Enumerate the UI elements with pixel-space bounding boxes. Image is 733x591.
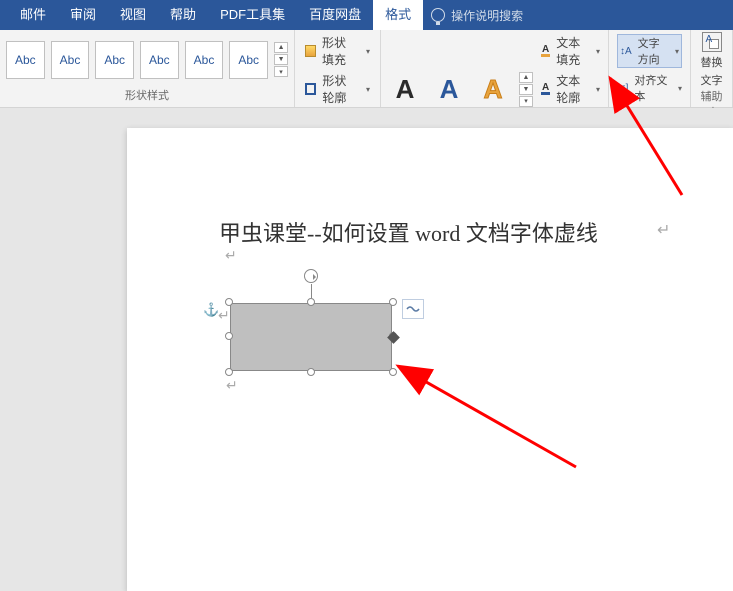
text-outline-label: 文本轮廓 (556, 72, 588, 106)
paragraph-mark: ↵ (226, 378, 238, 395)
resize-handle-tm[interactable] (307, 298, 315, 306)
gallery-up-button[interactable]: ▲ (274, 42, 288, 53)
chevron-down-icon: ▾ (366, 47, 370, 56)
tab-help[interactable]: 帮助 (158, 0, 208, 30)
outline-icon (305, 83, 316, 95)
resize-handle-ml[interactable] (225, 332, 233, 340)
tell-me-search[interactable]: 操作说明搜索 (431, 7, 523, 24)
document-area: 甲虫课堂--如何设置 word 文档字体虚线 ↵ ↵ ↵ ↵ ⚓ (0, 108, 733, 591)
resize-handle-tr[interactable] (389, 298, 397, 306)
tab-bar: 邮件 审阅 视图 帮助 PDF工具集 百度网盘 格式 操作说明搜索 (0, 0, 733, 30)
lightbulb-icon (431, 8, 445, 22)
chevron-down-icon: ▾ (675, 47, 679, 56)
text-fill-label: 文本填充 (556, 34, 588, 68)
document-heading[interactable]: 甲虫课堂--如何设置 word 文档字体虚线 (219, 216, 598, 248)
shape-outline-label: 形状轮廓 (322, 72, 358, 106)
gallery-more-button[interactable]: ▾ (274, 66, 288, 77)
text-direction-button[interactable]: ↕A 文字方向 ▾ (617, 34, 682, 68)
replace-text-label-2: 文字 (701, 72, 723, 88)
chevron-down-icon: ▾ (596, 85, 600, 94)
shape-style-gallery-scroll: ▲ ▼ ▾ (274, 42, 288, 77)
shape-style-preset-2[interactable]: Abc (51, 41, 90, 79)
resize-handle-br[interactable] (389, 368, 397, 376)
wordart-preset-1[interactable]: A (387, 71, 423, 107)
tab-pdf-tools[interactable]: PDF工具集 (208, 0, 297, 30)
layout-options-button[interactable] (402, 299, 424, 319)
group-wordart-styles: A A A ▲ ▼ ▾ A 文本填充 ▾ A 文本轮廓 ▾ (381, 30, 609, 107)
selected-shape[interactable] (230, 303, 392, 371)
align-text-icon: [≡] (617, 83, 628, 94)
rectangle-shape[interactable] (230, 303, 392, 371)
gallery-down-button[interactable]: ▼ (519, 84, 533, 95)
tab-baidu-netdisk[interactable]: 百度网盘 (297, 0, 373, 30)
layout-options-icon (406, 304, 420, 314)
align-text-button[interactable]: [≡] 对齐文本 ▾ (617, 72, 682, 104)
resize-handle-bl[interactable] (225, 368, 233, 376)
wordart-preset-3[interactable]: A (475, 71, 511, 107)
group-shape-format: 形状填充 ▾ 形状轮廓 ▾ 形状效果 ▾ (295, 30, 381, 107)
shape-style-preset-4[interactable]: Abc (140, 41, 179, 79)
resize-handle-bm[interactable] (307, 368, 315, 376)
replace-text-icon (702, 32, 722, 52)
align-text-label: 对齐文本 (634, 72, 670, 104)
group-text: ↕A 文字方向 ▾ [≡] 对齐文本 ▾ ⥱ 创建链接 文本 (609, 30, 691, 107)
gallery-down-button[interactable]: ▼ (274, 54, 288, 65)
group-label-shape-styles: 形状样式 (6, 87, 288, 105)
group-accessibility: 替换 文字 辅助功 (691, 30, 733, 107)
text-fill-button[interactable]: A 文本填充 ▾ (541, 34, 600, 68)
tab-review[interactable]: 审阅 (58, 0, 108, 30)
shape-style-preset-1[interactable]: Abc (6, 41, 45, 79)
tell-me-label: 操作说明搜索 (451, 7, 523, 24)
paragraph-mark: ↵ (218, 308, 230, 325)
wordart-gallery-scroll: ▲ ▼ ▾ (519, 72, 533, 107)
page[interactable]: 甲虫课堂--如何设置 word 文档字体虚线 ↵ ↵ ↵ ↵ ⚓ (127, 128, 733, 591)
bucket-icon (305, 45, 316, 57)
anchor-icon: ⚓ (203, 302, 219, 318)
text-direction-icon: ↕A (620, 46, 632, 57)
resize-handle-tl[interactable] (225, 298, 233, 306)
paragraph-mark: ↵ (657, 220, 670, 240)
rotate-handle[interactable] (304, 269, 318, 283)
shape-style-preset-6[interactable]: Abc (229, 41, 268, 79)
wordart-preset-2[interactable]: A (431, 71, 467, 107)
chevron-down-icon: ▾ (366, 85, 370, 94)
chevron-down-icon: ▾ (678, 84, 682, 93)
ribbon: Abc Abc Abc Abc Abc Abc ▲ ▼ ▾ 形状样式 形状填充 … (0, 30, 733, 108)
text-outline-icon: A (541, 83, 550, 95)
shape-style-preset-3[interactable]: Abc (95, 41, 134, 79)
replace-text-button[interactable]: 替换 文字 (697, 32, 726, 88)
replace-text-label-1: 替换 (701, 54, 723, 70)
tab-view[interactable]: 视图 (108, 0, 158, 30)
shape-outline-button[interactable]: 形状轮廓 ▾ (305, 72, 370, 106)
group-shape-styles: Abc Abc Abc Abc Abc Abc ▲ ▼ ▾ 形状样式 (0, 30, 295, 107)
shape-style-preset-5[interactable]: Abc (185, 41, 224, 79)
text-direction-label: 文字方向 (638, 35, 667, 67)
tab-format[interactable]: 格式 (373, 0, 423, 30)
shape-fill-label: 形状填充 (322, 34, 358, 68)
shape-fill-button[interactable]: 形状填充 ▾ (305, 34, 370, 68)
gallery-up-button[interactable]: ▲ (519, 72, 533, 83)
text-outline-button[interactable]: A 文本轮廓 ▾ (541, 72, 600, 106)
text-fill-icon: A (541, 45, 550, 57)
chevron-down-icon: ▾ (596, 47, 600, 56)
tab-mail[interactable]: 邮件 (8, 0, 58, 30)
gallery-more-button[interactable]: ▾ (519, 96, 533, 107)
paragraph-mark: ↵ (225, 248, 237, 265)
